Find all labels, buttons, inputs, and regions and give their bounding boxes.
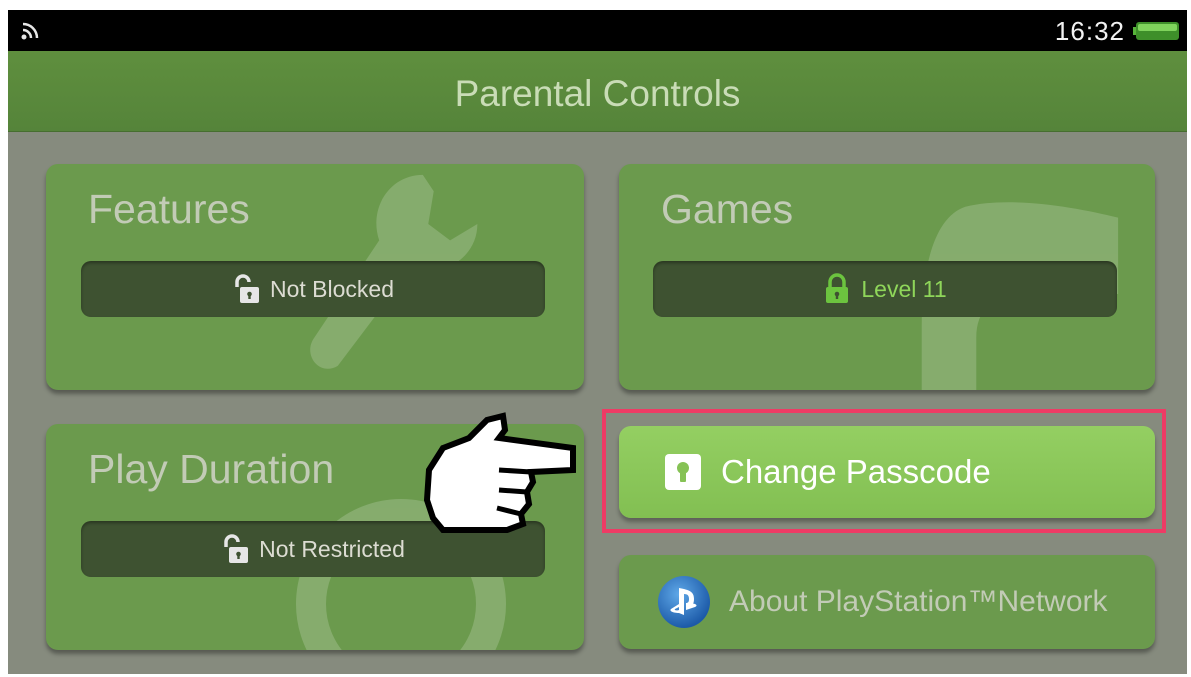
unlocked-icon [224, 534, 249, 563]
status-bar: 16:32 [8, 10, 1187, 51]
title-bar: Parental Controls [8, 51, 1187, 132]
games-tile[interactable]: Games Level 11 [619, 164, 1155, 390]
features-status-pill: Not Blocked [81, 261, 545, 317]
features-heading: Features [88, 186, 250, 232]
about-psn-button[interactable]: About PlayStation™Network [619, 555, 1155, 649]
highlight-frame [602, 409, 1166, 533]
vita-screen: 16:32 Parental Controls Features Not Blo… [8, 10, 1187, 674]
clock: 16:32 [1054, 16, 1125, 46]
unlocked-icon [235, 274, 259, 303]
page-title: Parental Controls [454, 73, 741, 114]
games-status-pill: Level 11 [653, 261, 1117, 317]
pointing-hand-cursor-icon [423, 412, 576, 533]
battery-icon [1133, 22, 1179, 40]
wifi-icon [21, 22, 39, 40]
games-status-text: Level 11 [861, 275, 947, 302]
locked-icon [826, 273, 849, 303]
playstation-icon [658, 576, 710, 628]
games-heading: Games [661, 186, 794, 232]
features-status-text: Not Blocked [269, 275, 394, 302]
about-psn-label: About PlayStation™Network [729, 585, 1108, 618]
play-duration-status-text: Not Restricted [259, 535, 405, 562]
play-duration-heading: Play Duration [88, 446, 335, 492]
features-tile[interactable]: Features Not Blocked [46, 164, 584, 390]
